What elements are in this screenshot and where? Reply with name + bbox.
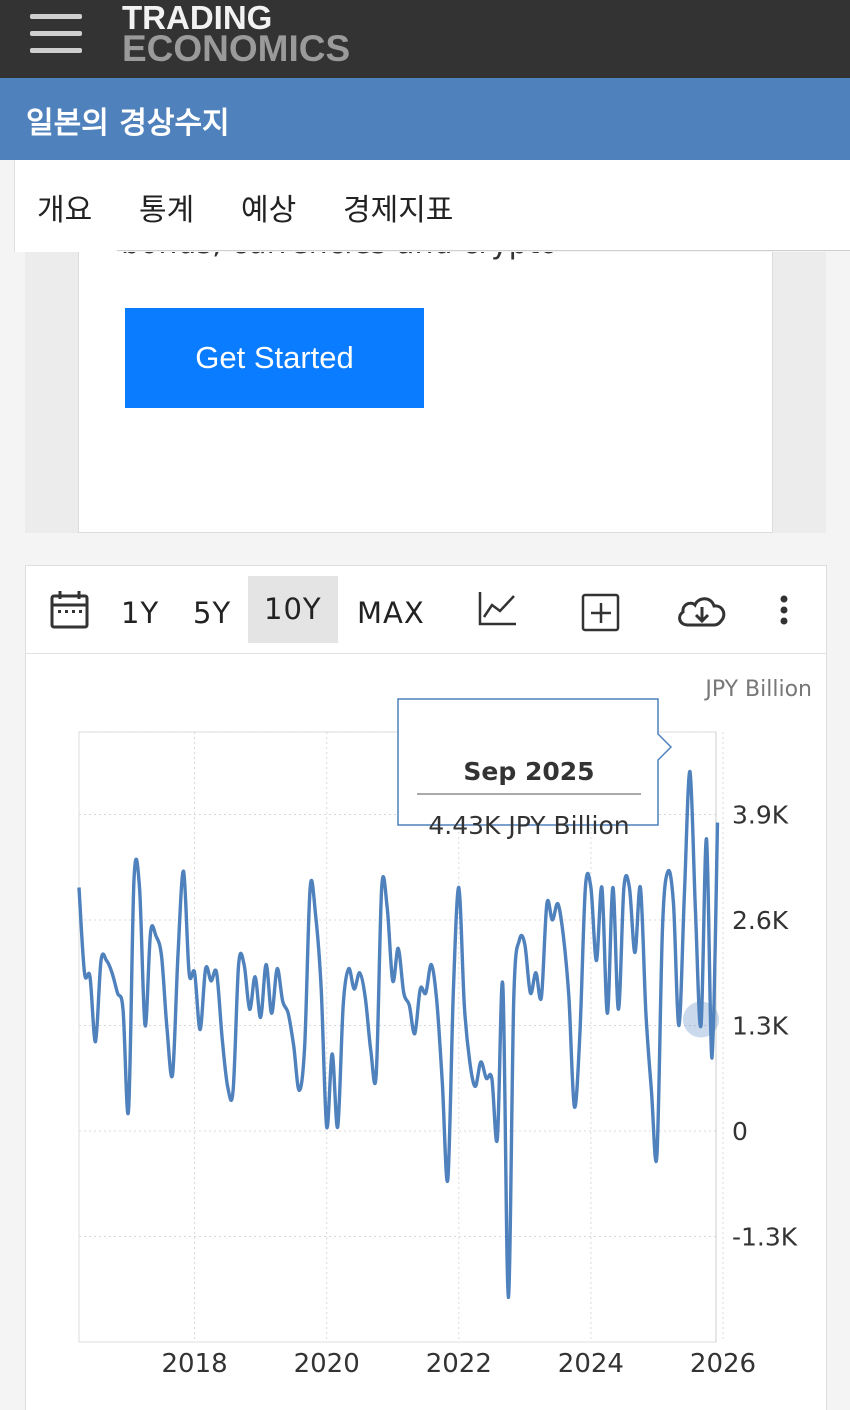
x-tick-label: 2018 [162, 1349, 228, 1379]
unit-label: JPY Billion [703, 677, 812, 702]
tab-bar [117, 160, 850, 251]
promo-text: bonds, currencies and crypto [121, 252, 558, 261]
chart-tooltip: Sep 2025 4.43K JPY Billion [397, 698, 673, 840]
y-tick-label: 1.3K [732, 1012, 789, 1041]
more-vert-icon[interactable] [778, 594, 790, 628]
trading-economics-logo[interactable]: TRADING ECONOMICS [122, 1, 351, 69]
tooltip-date: Sep 2025 [463, 757, 594, 786]
range-10y-button[interactable]: 10Y [248, 576, 338, 643]
y-tick-label: 3.9K [732, 801, 789, 830]
hover-point-marker[interactable] [682, 1001, 719, 1038]
page-title: 일본의 경상수지 [26, 106, 230, 141]
chart-toolbar: 1Y 5Y 10Y MAX [26, 566, 826, 654]
download-icon[interactable] [676, 594, 728, 630]
x-tick-label: 2026 [690, 1349, 756, 1379]
range-max-button[interactable]: MAX [357, 596, 425, 630]
tab-statistics[interactable]: 통계 [139, 185, 194, 229]
top-navigation-bar: TRADING ECONOMICS [0, 0, 850, 78]
add-compare-icon[interactable] [581, 593, 621, 633]
current-account-line-chart[interactable]: JPY Billion 3.9K 2.6K 1.3K 0 -1.3K 2018 2020 2… [26, 653, 826, 1410]
line-chart-icon[interactable] [478, 591, 518, 627]
tooltip-value: 4.43K JPY Billion [428, 811, 629, 840]
tab-forecast[interactable]: 예상 [241, 185, 296, 229]
y-tick-label: 2.6K [732, 906, 789, 935]
chart-card: 1Y 5Y 10Y MAX JPY Billion 3.9K 2.6K 1.3K 0 -… [25, 565, 827, 1410]
tab-overview[interactable]: 개요 [14, 160, 117, 252]
tab-overview-label: 개요 [37, 193, 93, 228]
range-5y-button[interactable]: 5Y [193, 596, 231, 630]
page-title-bar: 일본의 경상수지 [0, 78, 850, 160]
y-tick-label: 0 [732, 1117, 748, 1146]
range-1y-button[interactable]: 1Y [121, 596, 159, 630]
series-line[interactable] [77, 769, 720, 1300]
logo-line-2: ECONOMICS [122, 28, 351, 69]
x-tick-label: 2022 [426, 1349, 492, 1379]
tab-indicators[interactable]: 경제지표 [343, 185, 453, 229]
calendar-icon[interactable] [50, 590, 90, 630]
hamburger-menu-icon[interactable] [30, 14, 82, 54]
get-started-button[interactable]: Get Started [125, 308, 424, 408]
y-tick-label: -1.3K [732, 1223, 798, 1252]
x-tick-label: 2024 [558, 1349, 624, 1379]
x-tick-label: 2020 [294, 1349, 360, 1379]
